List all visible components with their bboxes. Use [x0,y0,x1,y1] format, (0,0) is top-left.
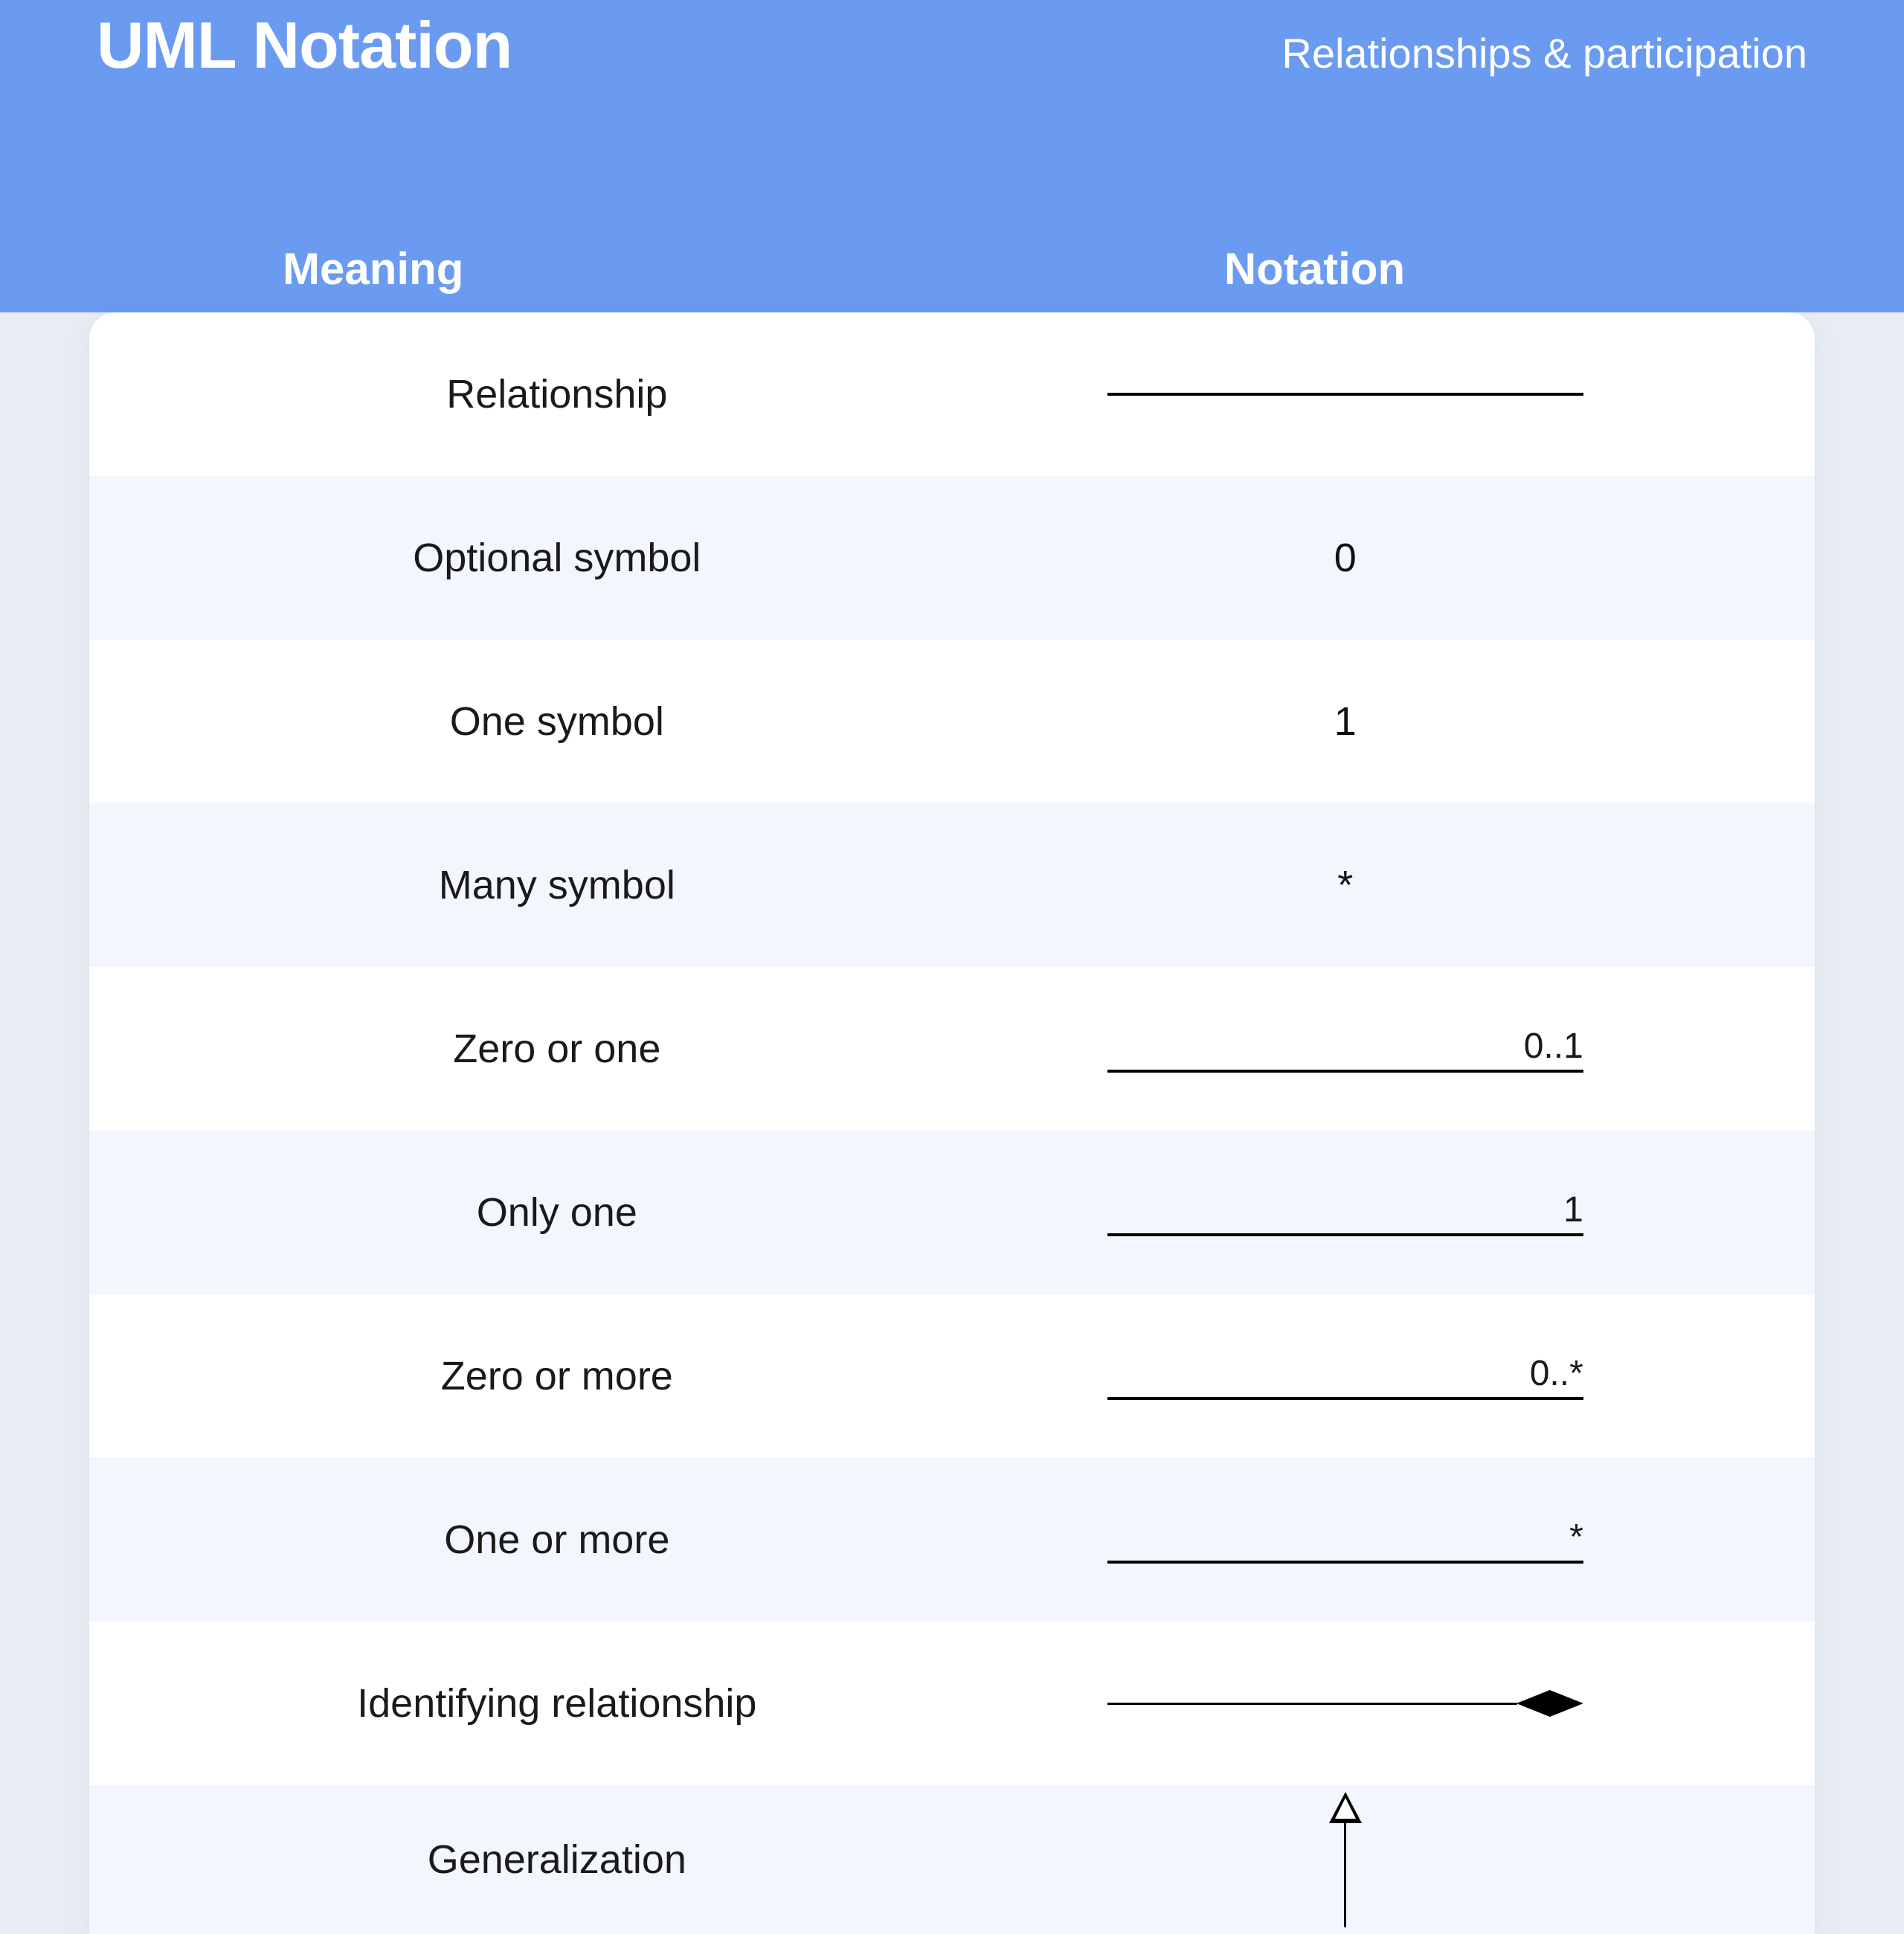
notation-cell: 0..* [936,1353,1755,1400]
line-icon [1107,1233,1583,1236]
many-symbol: * [1337,862,1353,908]
meaning-label: Identifying relationship [178,1680,936,1726]
col-header-notation: Notation [971,243,1659,295]
line-icon [1107,1070,1583,1073]
line-icon [1344,1823,1346,1927]
column-headers: Meaning Notation [97,243,1807,295]
notation-cell: 1 [936,698,1755,745]
page-title: UML Notation [97,7,512,83]
identifying-relationship-icon [1107,1690,1583,1717]
notation-cell: 0 [936,535,1755,581]
only-one-line-icon: 1 [1107,1189,1583,1236]
meaning-label: Only one [178,1189,936,1236]
optional-symbol: 0 [1334,535,1357,581]
header-top: UML Notation Relationships & participati… [97,0,1807,83]
table-row: Many symbol * [89,803,1815,967]
line-icon [1107,1397,1583,1400]
zero-or-one-line-icon: 0..1 [1107,1026,1583,1073]
table-row: Optional symbol 0 [89,476,1815,640]
line-icon [1107,1703,1517,1705]
page-subtitle: Relationships & participation [1281,29,1807,77]
one-symbol: 1 [1334,698,1357,745]
notation-cell [936,393,1755,396]
notation-cell [936,1792,1755,1927]
notation-cell: * [936,862,1755,908]
header-bar: UML Notation Relationships & participati… [0,0,1904,312]
meaning-label: Zero or one [178,1026,936,1072]
notation-cell: 1 [936,1189,1755,1236]
col-header-meaning: Meaning [283,243,971,295]
meaning-label: One symbol [178,698,936,745]
generalization-arrow-icon [1329,1792,1362,1927]
line-icon [1107,1561,1583,1564]
table-row: Generalization [89,1785,1815,1934]
meaning-label: Generalization [178,1837,936,1883]
zero-or-more-line-icon: 0..* [1107,1353,1583,1400]
notation-card: Relationship Optional symbol 0 One symbo… [89,312,1815,1934]
table-row: Identifying relationship [89,1622,1815,1785]
notation-cell [936,1690,1755,1717]
table-row: One symbol 1 [89,640,1815,803]
multiplicity-label: 0..* [1530,1353,1583,1394]
filled-diamond-icon [1517,1690,1583,1717]
multiplicity-label: 1 [1563,1189,1583,1230]
one-or-more-line-icon: * [1107,1517,1583,1564]
hollow-arrowhead-icon [1329,1792,1362,1823]
meaning-label: One or more [178,1517,936,1563]
meaning-label: Optional symbol [178,535,936,581]
notation-cell: 0..1 [936,1026,1755,1073]
table-row: Zero or one 0..1 [89,967,1815,1131]
meaning-label: Zero or more [178,1353,936,1399]
table-row: One or more * [89,1458,1815,1622]
table-row: Zero or more 0..* [89,1294,1815,1458]
multiplicity-label: 0..1 [1524,1026,1583,1067]
table-row: Relationship [89,312,1815,476]
table-row: Only one 1 [89,1131,1815,1294]
relationship-line-icon [1107,393,1583,396]
meaning-label: Relationship [178,371,936,417]
multiplicity-label: * [1569,1517,1583,1558]
meaning-label: Many symbol [178,862,936,908]
notation-cell: * [936,1517,1755,1564]
